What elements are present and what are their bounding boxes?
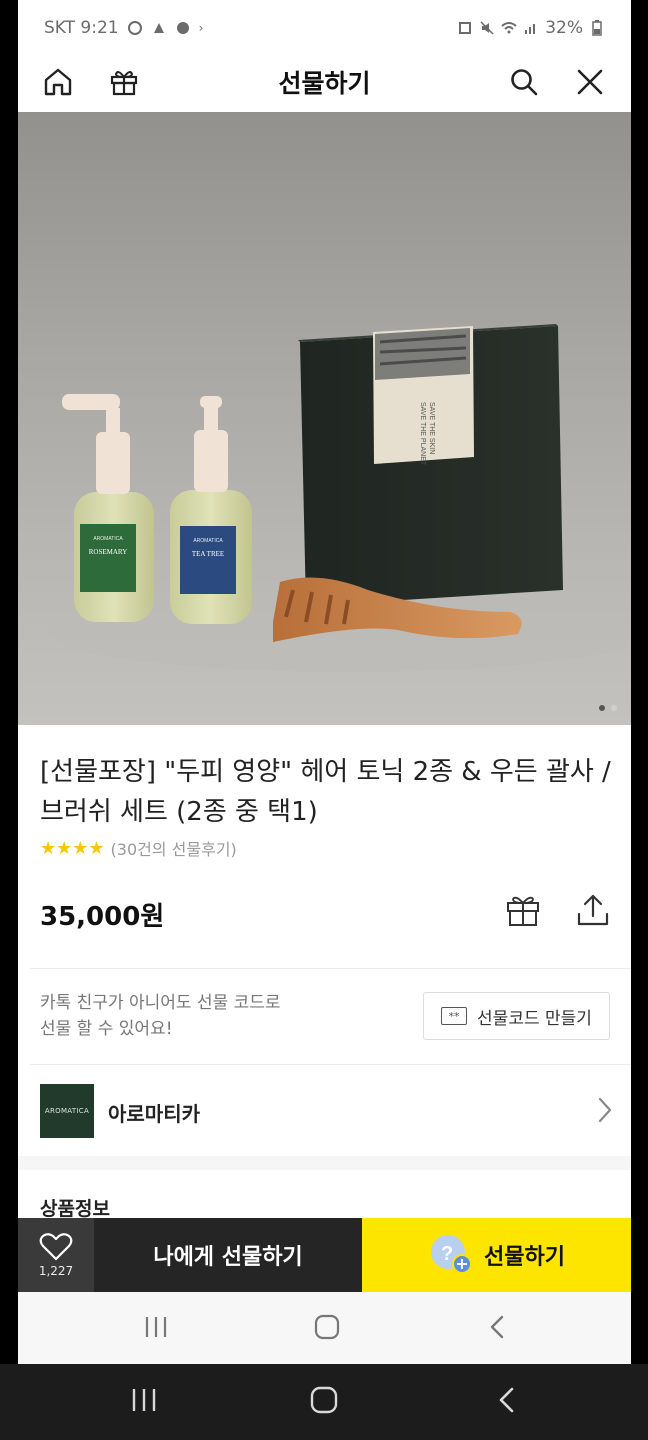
more-notifications-icon: › bbox=[198, 21, 204, 35]
back-icon[interactable] bbox=[488, 1314, 506, 1340]
brand-name: 아로마티카 bbox=[108, 1102, 200, 1126]
product-photo: SAVE THE SKIN SAVE THE PLANET AROMATICA … bbox=[48, 324, 631, 672]
battery-icon bbox=[592, 20, 602, 36]
gift-wrap-icon[interactable] bbox=[505, 892, 541, 932]
review-count[interactable]: (30건의 선물후기) bbox=[111, 836, 237, 860]
gift-code-description: 카톡 친구가 아니어도 선물 코드로 선물 할 수 있어요! bbox=[40, 990, 281, 1042]
app-frame: SKT 9:21 › 32% 선물하기 SAVE THE SKIN SAVE T… bbox=[18, 0, 631, 1364]
wifi-icon bbox=[501, 22, 517, 34]
bottle1-name: ROSEMARY bbox=[89, 548, 128, 556]
home-button-icon[interactable] bbox=[314, 1314, 340, 1340]
close-icon[interactable] bbox=[570, 62, 610, 102]
gift-code-line-2: 선물 할 수 있어요! bbox=[40, 1019, 173, 1039]
svg-text:?: ? bbox=[441, 1243, 453, 1265]
wishlist-count: 1,227 bbox=[38, 1264, 74, 1278]
notification-icon bbox=[127, 21, 142, 35]
gift-code-line-1: 카톡 친구가 아니어도 선물 코드로 bbox=[40, 993, 281, 1013]
divider bbox=[30, 1064, 631, 1065]
status-bar: SKT 9:21 › 32% bbox=[18, 0, 631, 56]
box-label-text-2: SAVE THE PLANET bbox=[419, 402, 426, 466]
product-title: [선물포장] "두피 영양" 헤어 토닉 2종 & 우든 괄사 / 브러쉬 세트… bbox=[40, 757, 611, 827]
system-home-icon[interactable] bbox=[310, 1386, 338, 1414]
mute-icon bbox=[480, 21, 494, 35]
product-image-carousel[interactable]: SAVE THE SKIN SAVE THE PLANET AROMATICA … bbox=[18, 112, 631, 725]
create-gift-code-button[interactable]: ** 선물코드 만들기 bbox=[423, 992, 610, 1040]
bottle2-brand: AROMATICA bbox=[193, 538, 223, 544]
rating-stars: ★★★★ bbox=[40, 837, 105, 859]
bottle1-brand: AROMATICA bbox=[93, 536, 123, 542]
share-icon[interactable] bbox=[575, 892, 611, 932]
wishlist-button[interactable]: 1,227 bbox=[18, 1218, 94, 1292]
heart-icon bbox=[39, 1233, 73, 1261]
section-spacer bbox=[18, 1156, 631, 1170]
brand-logo-text: AROMATICA bbox=[44, 1107, 90, 1115]
gift-code-icon-text: ** bbox=[448, 1009, 460, 1023]
system-nav-bar bbox=[0, 1364, 648, 1440]
chevron-right-icon bbox=[598, 1097, 612, 1123]
bottom-action-bar: 1,227 나에게 선물하기 ? 선물하기 bbox=[18, 1218, 631, 1292]
carrier-time: SKT 9:21 bbox=[44, 18, 119, 38]
brand-row[interactable]: AROMATICA 아로마티카 bbox=[18, 1066, 631, 1156]
nfc-icon bbox=[459, 22, 472, 34]
create-gift-code-label: 선물코드 만들기 bbox=[477, 1008, 592, 1029]
notification-icon-2 bbox=[153, 23, 164, 33]
gift-friend-icon: ? bbox=[431, 1235, 473, 1274]
gift-button-label: 선물하기 bbox=[484, 1245, 565, 1270]
product-price: 35,000원 bbox=[40, 902, 165, 932]
bottle2-name: TEA TREE bbox=[192, 550, 224, 558]
search-icon[interactable] bbox=[504, 62, 544, 102]
system-recent-apps-icon[interactable] bbox=[131, 1386, 157, 1414]
product-rating[interactable]: ★★★★ (30건의 선물후기) bbox=[40, 836, 237, 860]
self-gift-button[interactable]: 나에게 선물하기 bbox=[94, 1218, 362, 1292]
product-actions bbox=[505, 892, 611, 932]
notification-icon-3 bbox=[176, 22, 189, 34]
carousel-dot-2[interactable] bbox=[611, 705, 617, 711]
carousel-dot-1[interactable] bbox=[599, 705, 605, 711]
self-gift-label: 나에게 선물하기 bbox=[153, 1245, 303, 1270]
signal-icon bbox=[525, 24, 536, 34]
product-info-section-title: 상품정보 bbox=[40, 1198, 110, 1220]
gift-button[interactable]: ? 선물하기 bbox=[362, 1218, 631, 1292]
battery-percent: 32% bbox=[545, 18, 583, 38]
carousel-indicator bbox=[599, 705, 617, 711]
brand-logo: AROMATICA bbox=[40, 1084, 94, 1138]
system-back-icon[interactable] bbox=[496, 1386, 516, 1414]
gift-code-icon: ** bbox=[441, 1007, 468, 1025]
recent-apps-icon[interactable] bbox=[144, 1314, 168, 1340]
divider bbox=[30, 968, 631, 969]
box-label-text-1: SAVE THE SKIN bbox=[428, 402, 435, 454]
app-nav-bar bbox=[18, 1292, 631, 1364]
top-nav: 선물하기 bbox=[18, 56, 631, 112]
